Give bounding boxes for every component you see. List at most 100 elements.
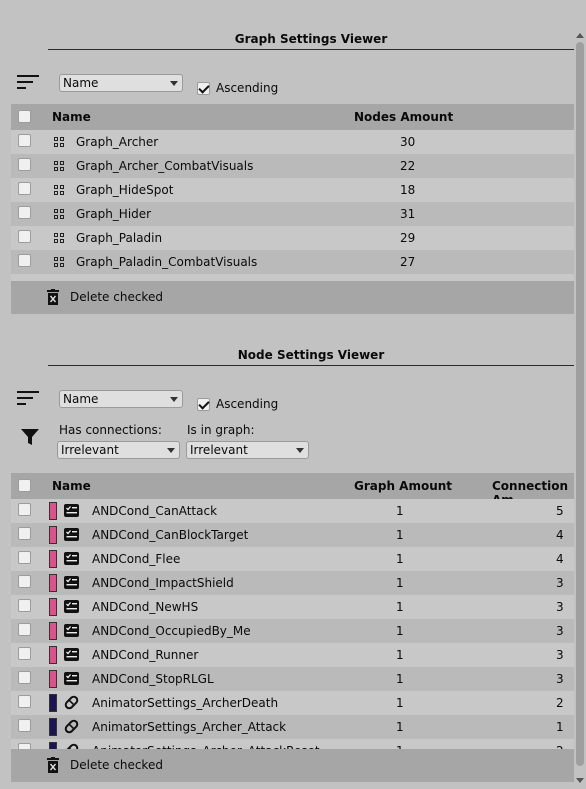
chevron-down-icon [296,448,304,453]
row-checkbox[interactable] [18,254,31,267]
is-in-graph-label: Is in graph: [187,423,255,437]
node-color-swatch [49,550,57,568]
graph-select-all-checkbox[interactable] [18,110,31,123]
graph-sort-dropdown[interactable]: Name [59,74,183,92]
node-select-all-checkbox[interactable] [18,479,31,492]
node-ascending-toggle[interactable]: Ascending [197,397,278,411]
node-color-swatch [49,622,57,640]
table-row[interactable]: AnimatorSettings_Archer_AttackReset12 [11,739,574,749]
graph-name: Graph_Archer [76,135,159,149]
nodes-amount: 31 [400,207,416,221]
pill-icon [64,719,79,734]
row-checkbox[interactable] [18,575,31,588]
has-connections-label: Has connections: [59,423,162,437]
graph-grid-icon [54,257,65,268]
row-checkbox[interactable] [18,647,31,660]
graph-amount: 1 [396,504,404,518]
row-checkbox[interactable] [18,182,31,195]
row-checkbox[interactable] [18,599,31,612]
node-name: AnimatorSettings_ArcherDeath [92,696,279,710]
nodes-amount: 29 [400,231,416,245]
graph-amount: 1 [396,672,404,686]
row-checkbox[interactable] [18,527,31,540]
checklist-icon [64,551,79,566]
delete-checked-button[interactable]: Delete checked [70,758,163,772]
row-checkbox[interactable] [18,503,31,516]
node-sort-value: Name [63,392,99,406]
graph-footer: Delete checked [11,281,574,314]
table-row[interactable]: ANDCond_Runner 1 3 [11,643,574,667]
graph-grid-icon [54,185,65,196]
row-checkbox[interactable] [18,230,31,243]
table-row[interactable]: AnimatorSettings_ArcherDeath 1 2 [11,691,574,715]
node-viewer-divider [48,365,574,366]
trash-icon[interactable] [47,289,59,305]
checklist-icon [64,503,79,518]
row-checkbox[interactable] [18,719,31,732]
row-checkbox[interactable] [18,551,31,564]
graph-amount: 1 [396,624,404,638]
graph-amount: 1 [396,600,404,614]
table-row[interactable]: ANDCond_NewHS 1 3 [11,595,574,619]
is-in-graph-dropdown[interactable]: Irrelevant [186,441,309,459]
node-color-swatch [49,742,57,749]
checklist-icon [64,623,79,638]
chevron-down-icon [170,81,178,86]
table-row[interactable]: Graph_HideSpot 18 [11,178,574,202]
row-checkbox[interactable] [18,671,31,684]
graph-ascending-checkbox[interactable] [197,82,210,95]
table-row[interactable]: Graph_Archer_CombatVisuals 22 [11,154,574,178]
column-header-nodes-amount[interactable]: Nodes Amount [354,110,453,124]
column-header-name[interactable]: Name [52,479,91,493]
table-row[interactable]: ANDCond_StopRLGL 1 3 [11,667,574,691]
graph-ascending-toggle[interactable]: Ascending [197,81,278,95]
vertical-scrollbar[interactable] [574,30,586,789]
column-header-name[interactable]: Name [52,110,91,124]
graph-name: Graph_Hider [76,207,152,221]
trash-icon[interactable] [47,757,59,773]
node-sort-dropdown[interactable]: Name [59,390,183,408]
has-connections-dropdown[interactable]: Irrelevant [57,441,180,459]
nodes-amount: 30 [400,135,416,149]
connection-amount: 2 [556,696,564,710]
table-row[interactable]: ANDCond_Flee 1 4 [11,547,574,571]
row-checkbox[interactable] [18,623,31,636]
graph-amount: 1 [396,576,404,590]
row-checkbox[interactable] [18,206,31,219]
graph-viewer-divider [48,49,574,50]
node-color-swatch [49,574,57,592]
connection-amount: 3 [556,624,564,638]
column-header-graph-amount[interactable]: Graph Amount [354,479,452,493]
scroll-up-arrow-icon[interactable] [576,33,584,38]
node-name: ANDCond_Flee [92,552,181,566]
connection-amount: 3 [556,672,564,686]
table-row[interactable]: Graph_Paladin 29 [11,226,574,250]
node-name: AnimatorSettings_Archer_Attack [92,720,287,734]
table-row[interactable]: Graph_Paladin_CombatVisuals 27 [11,250,574,274]
scrollbar-thumb[interactable] [576,42,584,766]
table-row[interactable]: AnimatorSettings_Archer_Attack 1 1 [11,715,574,739]
node-name: ANDCond_ImpactShield [92,576,234,590]
table-row[interactable]: Graph_Hider 31 [11,202,574,226]
delete-checked-button[interactable]: Delete checked [70,290,163,304]
graph-grid-icon [54,209,65,220]
row-checkbox[interactable] [18,695,31,708]
table-row[interactable]: ANDCond_ImpactShield 1 3 [11,571,574,595]
node-color-swatch [49,526,57,544]
graph-amount: 1 [396,528,404,542]
graph-sort-value: Name [63,76,99,90]
scroll-down-arrow-icon[interactable] [576,778,584,783]
row-checkbox[interactable] [18,134,31,147]
graph-grid-icon [54,161,65,172]
node-color-swatch [49,670,57,688]
graph-table: Name Nodes Amount Graph_Archer 30 Graph_Ar… [11,104,574,281]
node-ascending-checkbox[interactable] [197,398,210,411]
table-row[interactable]: Graph_Archer 30 [11,130,574,154]
table-row[interactable]: ANDCond_CanAttack 1 5 [11,499,574,523]
row-checkbox[interactable] [18,158,31,171]
checklist-icon [64,575,79,590]
connection-amount: 1 [556,720,564,734]
chevron-down-icon [170,397,178,402]
table-row[interactable]: ANDCond_CanBlockTarget 1 4 [11,523,574,547]
table-row[interactable]: ANDCond_OccupiedBy_Me 1 3 [11,619,574,643]
